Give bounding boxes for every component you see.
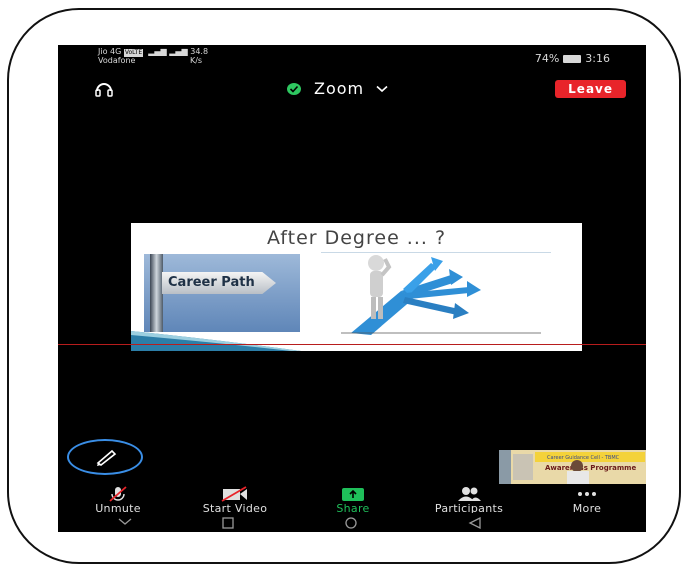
career-path-image: Career Path bbox=[144, 254, 300, 332]
share-button[interactable]: Share bbox=[308, 485, 398, 515]
nav-down-icon[interactable] bbox=[118, 517, 132, 527]
nav-recents-icon[interactable] bbox=[222, 517, 234, 529]
slide-swoosh bbox=[131, 331, 301, 351]
banner-text-1: Career Guidance Cell - TBMC bbox=[547, 455, 620, 461]
leave-button[interactable]: Leave bbox=[555, 80, 626, 98]
mic-muted-icon bbox=[109, 485, 127, 502]
more-button[interactable]: More bbox=[542, 485, 632, 515]
carrier-1: Jio 4G bbox=[98, 47, 122, 56]
nav-home-icon[interactable] bbox=[344, 517, 358, 529]
participant-video-image: Career Guidance Cell - TBMC Awareness Pr… bbox=[499, 450, 646, 484]
slide-title: After Degree ... ? bbox=[266, 227, 447, 249]
signal-icon: ▂▄▆ ▂▄▆ bbox=[145, 47, 188, 56]
battery-icon bbox=[563, 54, 582, 63]
banner-text-2: Awareness Programme bbox=[545, 464, 636, 472]
more-dots-icon bbox=[578, 491, 596, 496]
clock: 3:16 bbox=[585, 52, 610, 65]
status-left: Jio 4G VoLTE ▂▄▆ ▂▄▆ 34.8 Vodafone K/s bbox=[98, 48, 208, 65]
nav-back-icon[interactable] bbox=[468, 517, 482, 529]
status-bar: Jio 4G VoLTE ▂▄▆ ▂▄▆ 34.8 Vodafone K/s 7… bbox=[58, 45, 646, 71]
participants-icon bbox=[458, 486, 481, 501]
battery-percent: 74% bbox=[534, 52, 560, 65]
carrier-2: Vodafone bbox=[98, 56, 136, 65]
annotate-button[interactable] bbox=[67, 439, 143, 475]
career-path-sign: Career Path bbox=[162, 272, 276, 294]
meeting-title-label: Zoom bbox=[314, 79, 365, 98]
meeting-title[interactable]: Zoom bbox=[286, 79, 388, 98]
unmute-button[interactable]: Unmute bbox=[73, 485, 163, 515]
android-nav-bar bbox=[58, 513, 646, 532]
meeting-toolbar: Unmute Start Video Share Participants Mo… bbox=[58, 485, 646, 515]
participant-video-thumbnail[interactable]: Career Guidance Cell - TBMC Awareness Pr… bbox=[499, 450, 646, 484]
participants-button[interactable]: Participants bbox=[424, 485, 514, 515]
phone-screen: Jio 4G VoLTE ▂▄▆ ▂▄▆ 34.8 Vodafone K/s 7… bbox=[58, 45, 646, 532]
thinking-figure-arrows-image bbox=[341, 255, 541, 335]
chevron-down-icon bbox=[376, 85, 388, 92]
share-arrow-icon bbox=[342, 487, 364, 501]
video-off-icon bbox=[221, 485, 247, 502]
speed: 34.8 bbox=[190, 47, 209, 56]
headset-icon[interactable] bbox=[94, 81, 114, 97]
status-right: 74% 3:16 bbox=[535, 52, 610, 65]
start-video-button[interactable]: Start Video bbox=[190, 485, 280, 515]
pencil-icon bbox=[96, 449, 117, 466]
meeting-top-bar: Zoom Leave bbox=[58, 75, 646, 103]
red-divider-line bbox=[58, 344, 646, 345]
signpost-pole bbox=[150, 254, 163, 332]
speed-unit: K/s bbox=[189, 56, 203, 65]
shield-check-icon bbox=[287, 82, 301, 95]
shared-slide: After Degree ... ? Career Path bbox=[131, 223, 582, 351]
